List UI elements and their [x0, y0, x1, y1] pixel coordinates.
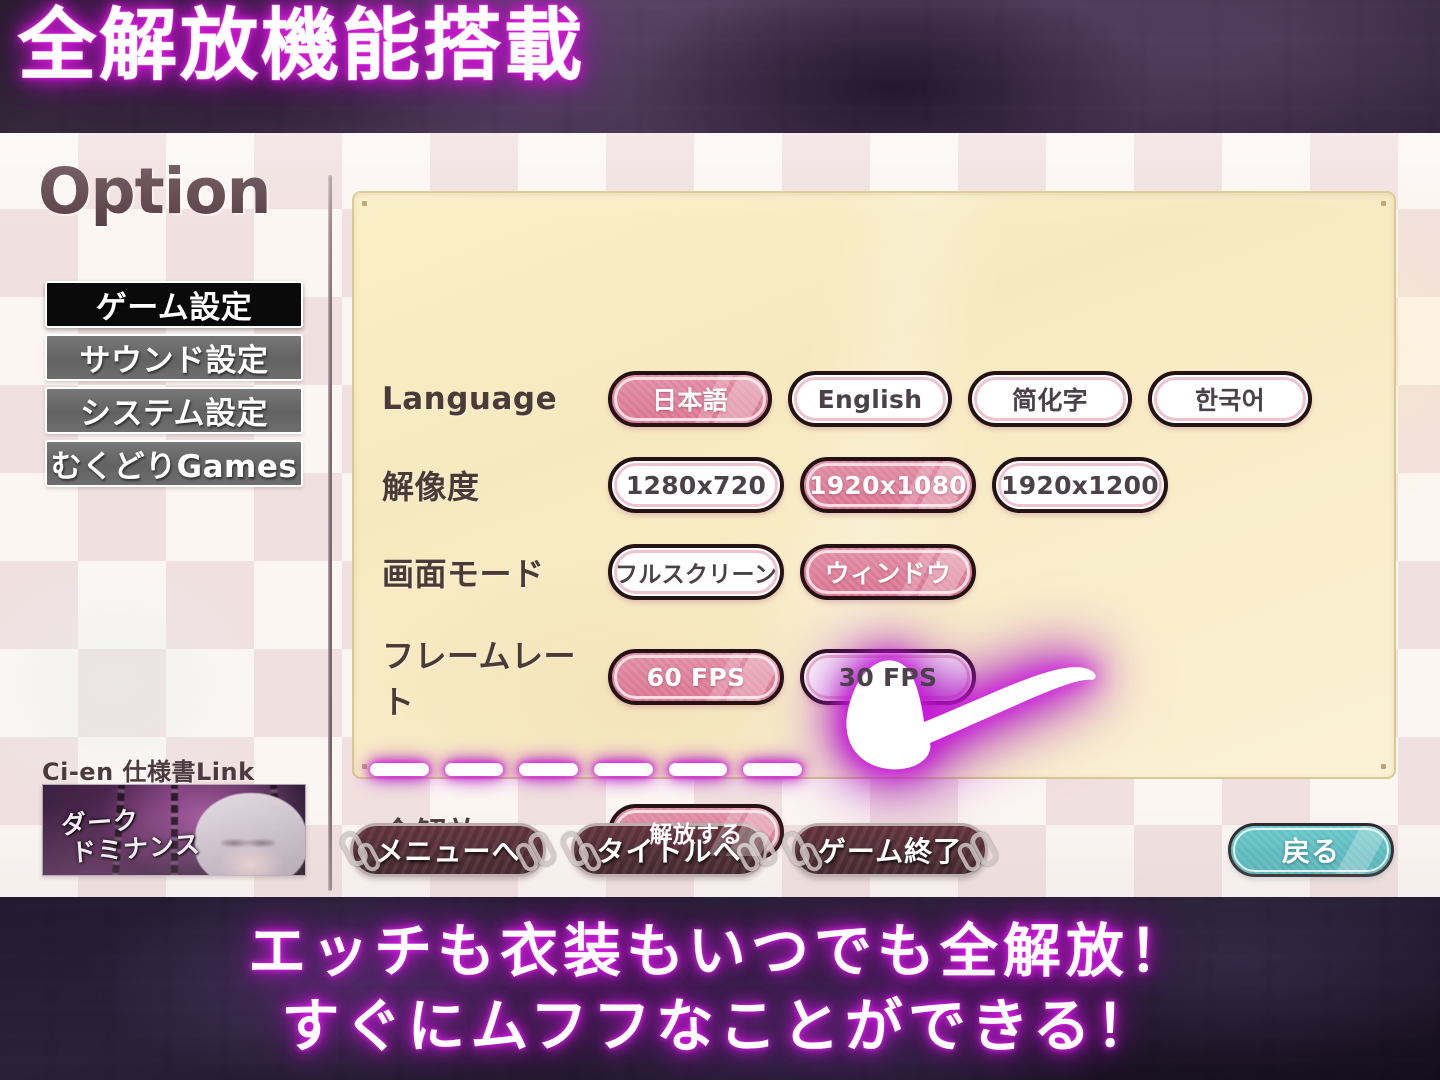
button-label: ゲーム終了: [817, 835, 963, 868]
underline-dash: [594, 763, 653, 776]
annotation-underline: [370, 763, 803, 785]
sidebar-item-game-settings[interactable]: ゲーム設定: [45, 281, 303, 328]
panel-corner-dot: [362, 764, 367, 769]
sidebar-item-mukudori-games[interactable]: むくどりGames: [45, 440, 303, 487]
pill-label: ウィンドウ: [824, 559, 952, 588]
pill-label: 日本語: [652, 386, 728, 415]
action-button-group: メニューへ タイトルへ ゲーム終了: [336, 823, 1002, 877]
goto-menu-button[interactable]: メニューへ: [336, 823, 560, 877]
screen-mode-options: フルスクリーン ウィンドウ: [608, 544, 976, 600]
promo-headline: 全解放機能搭載: [17, 1, 586, 91]
row-label-resolution: 解像度: [382, 468, 480, 506]
underline-dash: [370, 763, 429, 776]
panel-corner-dot: [362, 201, 367, 206]
pill-label: English: [817, 384, 923, 414]
sidebar-item-sound-settings[interactable]: サウンド設定: [45, 334, 303, 381]
setting-row-language: Language 日本語 English 简化字 한국어: [382, 371, 1312, 427]
resolution-options: 1280x720 1920x1080 1920x1200: [608, 457, 1168, 513]
button-label: 戻る: [1281, 835, 1340, 868]
sidebar-menu: ゲーム設定 サウンド設定 システム設定 むくどりGames: [45, 281, 303, 493]
resolution-option-1920x1080[interactable]: 1920x1080: [800, 457, 976, 513]
back-button[interactable]: 戻る: [1228, 823, 1394, 877]
setting-row-frame-rate: フレームレート 60 FPS 30 FPS: [382, 631, 976, 723]
sidebar-item-label: ゲーム設定: [95, 290, 253, 326]
pill-label: 1280x720: [625, 470, 767, 500]
underline-dash: [519, 763, 579, 776]
underline-dash: [668, 763, 728, 776]
language-option-japanese[interactable]: 日本語: [608, 371, 772, 427]
promo-caption-line1: エッチも衣装もいつでも全解放！: [248, 917, 1192, 985]
underline-dash: [743, 763, 803, 776]
language-option-korean[interactable]: 한국어: [1148, 371, 1312, 427]
button-label: タイトルへ: [596, 835, 742, 868]
cien-link-label: Ci-en 仕様書Link: [42, 758, 255, 786]
resolution-option-1920x1200[interactable]: 1920x1200: [992, 457, 1168, 513]
quit-game-button[interactable]: ゲーム終了: [778, 823, 1002, 877]
pill-label: 30 FPS: [838, 662, 938, 692]
pill-label: 60 FPS: [646, 662, 746, 692]
pill-label: 1920x1200: [1001, 470, 1159, 500]
pill-label: フルスクリーン: [615, 562, 777, 588]
row-label-language: Language: [382, 381, 558, 417]
panel-corner-dot: [1381, 201, 1386, 206]
cien-link-thumbnail[interactable]: ダーク ドミナンス: [42, 784, 306, 876]
pill-label: 한국어: [1195, 386, 1265, 415]
bottom-promo-banner: エッチも衣装もいつでも全解放！ すぐにムフフなことができる！: [0, 897, 1440, 1080]
options-panel: Language 日本語 English 简化字 한국어 解像度 1280x72…: [352, 191, 1396, 860]
sidebar-item-label: サウンド設定: [79, 343, 269, 379]
language-option-english[interactable]: English: [788, 371, 952, 427]
setting-row-resolution: 解像度 1280x720 1920x1080 1920x1200: [382, 457, 1168, 513]
screen-mode-option-window[interactable]: ウィンドウ: [800, 544, 976, 600]
thumb-title-line2: ドミナンス: [70, 829, 202, 868]
setting-row-screen-mode: 画面モード フルスクリーン ウィンドウ: [382, 544, 976, 600]
frame-rate-option-30fps[interactable]: 30 FPS: [800, 649, 976, 705]
row-label-frame-rate: フレームレート: [382, 637, 577, 721]
row-label-screen-mode: 画面モード: [382, 555, 545, 593]
top-promo-banner: 全解放機能搭載: [0, 0, 1440, 133]
game-option-screen: Option ゲーム設定 サウンド設定 システム設定 むくどりGames Ci-…: [0, 133, 1440, 897]
screen-mode-option-fullscreen[interactable]: フルスクリーン: [608, 544, 784, 600]
button-label: メニューへ: [375, 835, 521, 868]
underline-dash: [444, 763, 504, 776]
page-title: Option: [38, 155, 271, 228]
panel-corner-dot: [1381, 764, 1386, 769]
frame-rate-option-60fps[interactable]: 60 FPS: [608, 649, 784, 705]
sidebar-divider: [328, 175, 332, 891]
promo-screenshot: 全解放機能搭載 Option ゲーム設定 サウンド設定 システム設定 むくどりG…: [0, 0, 1440, 1080]
goto-title-button[interactable]: タイトルへ: [557, 823, 781, 877]
sidebar-item-label: システム設定: [79, 396, 269, 432]
pill-label: 1920x1080: [809, 470, 967, 500]
character-artwork: [195, 793, 305, 875]
language-options: 日本語 English 简化字 한국어: [608, 371, 1312, 427]
sidebar-item-label: むくどりGames: [50, 449, 298, 485]
resolution-option-1280x720[interactable]: 1280x720: [608, 457, 784, 513]
sidebar-item-system-settings[interactable]: システム設定: [45, 387, 303, 434]
promo-caption-line2: すぐにムフフなことができる！: [281, 992, 1159, 1060]
language-option-simplified-chinese[interactable]: 简化字: [968, 371, 1132, 427]
frame-rate-options: 60 FPS 30 FPS: [608, 649, 976, 705]
pill-label: 简化字: [1012, 386, 1088, 415]
